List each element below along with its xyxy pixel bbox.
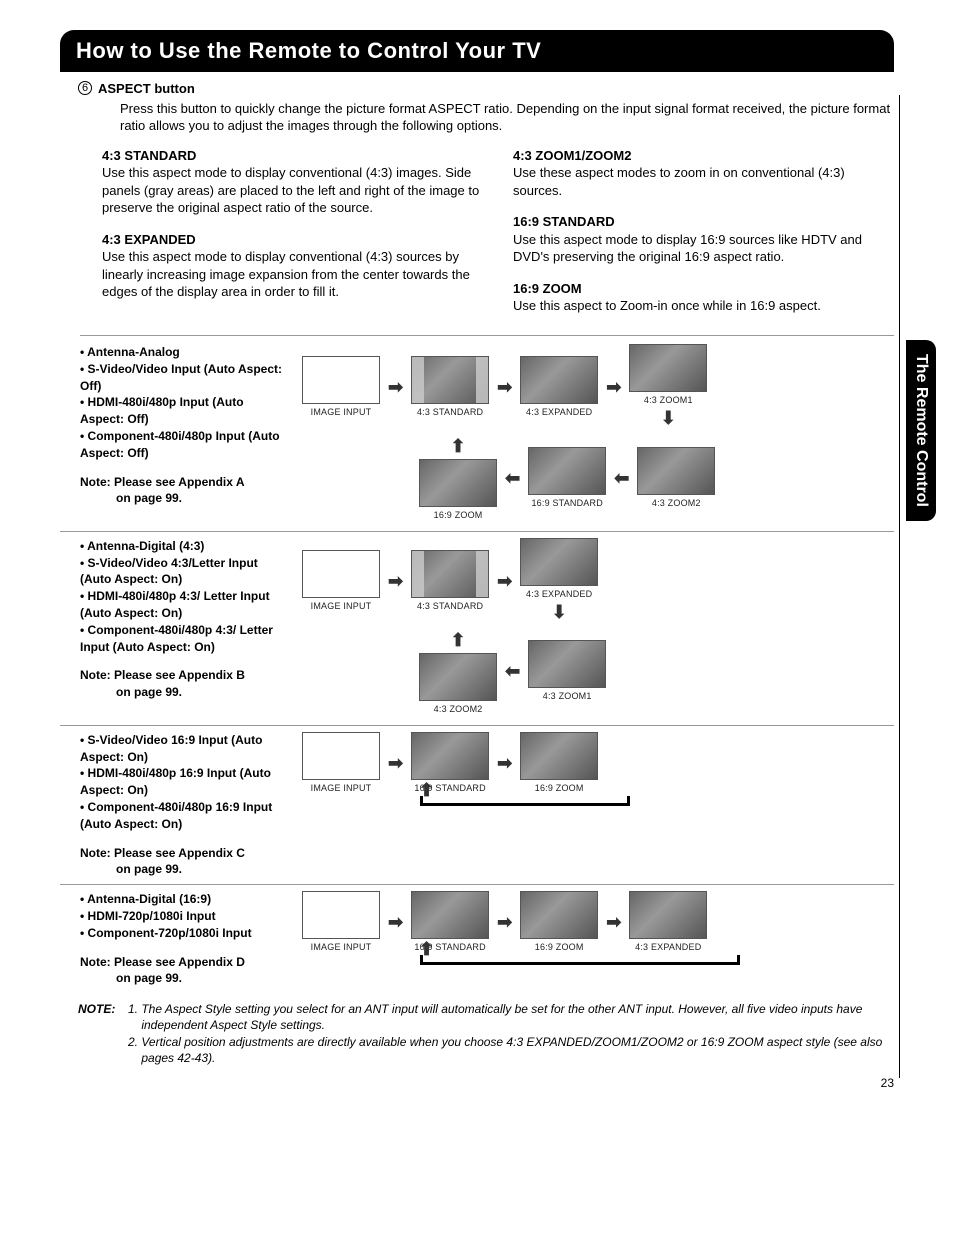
step-number: 6 <box>78 81 92 95</box>
final-note: NOTE: The Aspect Style setting you selec… <box>60 1001 894 1066</box>
section-d: Antenna-Digital (16:9) HDMI-720p/1080i I… <box>60 884 894 987</box>
arrow-down-icon: ⬇ <box>661 406 676 430</box>
diagram-a: IMAGE INPUT ➡ 4:3 STANDARD ➡ 4:3 EXPANDE… <box>302 344 894 525</box>
thumb-43std <box>411 356 489 404</box>
arrow-up-icon: ⬆ <box>451 628 466 652</box>
thumb-169z <box>419 459 497 507</box>
arrow-up-icon: ⬆ <box>419 778 434 802</box>
section-b: Antenna-Digital (4:3) S-Video/Video 4:3/… <box>60 531 894 719</box>
list-item: Antenna-Digital (16:9) <box>80 891 290 908</box>
thumb-input <box>302 550 380 598</box>
appendix-note: Note: Please see Appendix C on page 99. <box>80 845 290 879</box>
input-list: Antenna-Digital (16:9) HDMI-720p/1080i I… <box>80 891 290 941</box>
thumb-43z2 <box>419 653 497 701</box>
input-list: S-Video/Video 16:9 Input (Auto Aspect: O… <box>80 732 290 833</box>
mode-head: 16:9 ZOOM <box>513 280 894 298</box>
thumb-input <box>302 732 380 780</box>
diagram-c: IMAGE INPUT ➡ 16:9 STANDARD ➡ 16:9 ZOOM … <box>302 732 894 878</box>
mode-head: 4:3 STANDARD <box>102 147 483 165</box>
appendix-note: Note: Please see Appendix B on page 99. <box>80 667 290 701</box>
mode-head: 4:3 ZOOM1/ZOOM2 <box>513 147 894 165</box>
thumb-43std <box>411 550 489 598</box>
thumb-169std <box>411 732 489 780</box>
arrow-down-icon: ⬇ <box>552 600 567 624</box>
input-list: Antenna-Digital (4:3) S-Video/Video 4:3/… <box>80 538 290 656</box>
list-item: S-Video/Video Input (Auto Aspect: Off) <box>80 361 290 395</box>
thumb-input <box>302 356 380 404</box>
arrow-right-icon: ➡ <box>388 569 403 593</box>
list-item: Component-480i/480p Input (Auto Aspect: … <box>80 428 290 462</box>
list-item: HDMI-720p/1080i Input <box>80 908 290 925</box>
mode-desc: Use this aspect mode to display conventi… <box>102 248 483 301</box>
diagram-b: IMAGE INPUT ➡ 4:3 STANDARD ➡ 4:3 EXPANDE… <box>302 538 894 719</box>
arrow-right-icon: ➡ <box>606 910 621 934</box>
intro-desc: Press this button to quickly change the … <box>98 100 894 135</box>
arrow-up-icon: ⬆ <box>419 937 434 961</box>
arrow-right-icon: ➡ <box>388 910 403 934</box>
divider <box>80 335 894 336</box>
list-item: S-Video/Video 16:9 Input (Auto Aspect: O… <box>80 732 290 766</box>
thumb-169std <box>411 891 489 939</box>
arrow-left-icon: ⬅ <box>614 466 629 490</box>
arrow-right-icon: ➡ <box>497 751 512 775</box>
appendix-note: Note: Please see Appendix A on page 99. <box>80 474 290 508</box>
note-item: Vertical position adjustments are direct… <box>141 1034 894 1066</box>
list-item: Component-480i/480p 16:9 Input (Auto Asp… <box>80 799 290 833</box>
thumb-169z <box>520 732 598 780</box>
intro-heading: ASPECT button <box>98 80 894 98</box>
note-heading: NOTE: <box>78 1001 115 1066</box>
thumb-43exp <box>629 891 707 939</box>
arrow-up-icon: ⬆ <box>451 434 466 458</box>
right-divider <box>899 95 900 1078</box>
list-item: HDMI-480i/480p 16:9 Input (Auto Aspect: … <box>80 765 290 799</box>
section-a: Antenna-Analog S-Video/Video Input (Auto… <box>60 344 894 525</box>
intro-block: 6 ASPECT button Press this button to qui… <box>78 80 894 135</box>
arrow-left-icon: ⬅ <box>505 466 520 490</box>
mode-head: 16:9 STANDARD <box>513 213 894 231</box>
list-item: Component-480i/480p 4:3/ Letter Input (A… <box>80 622 290 656</box>
arrow-left-icon: ⬅ <box>505 659 520 683</box>
list-item: Antenna-Analog <box>80 344 290 361</box>
thumb-43z1 <box>629 344 707 392</box>
mode-head: 4:3 EXPANDED <box>102 231 483 249</box>
section-c: S-Video/Video 16:9 Input (Auto Aspect: O… <box>60 725 894 878</box>
arrow-right-icon: ➡ <box>497 569 512 593</box>
page-title-bar: How to Use the Remote to Control Your TV <box>60 30 894 72</box>
mode-desc: Use this aspect mode to display 16:9 sou… <box>513 231 894 266</box>
thumb-169std <box>528 447 606 495</box>
arrow-right-icon: ➡ <box>388 375 403 399</box>
aspect-modes: 4:3 STANDARDUse this aspect mode to disp… <box>60 147 894 329</box>
diagram-d: IMAGE INPUT ➡ 16:9 STANDARD ➡ 16:9 ZOOM … <box>302 891 894 987</box>
thumb-43exp <box>520 356 598 404</box>
note-item: The Aspect Style setting you select for … <box>141 1001 894 1033</box>
side-tab: The Remote Control <box>906 340 936 521</box>
arrow-right-icon: ➡ <box>388 751 403 775</box>
list-item: HDMI-480i/480p Input (Auto Aspect: Off) <box>80 394 290 428</box>
arrow-right-icon: ➡ <box>497 910 512 934</box>
thumb-43exp <box>520 538 598 586</box>
mode-desc: Use these aspect modes to zoom in on con… <box>513 164 894 199</box>
list-item: Component-720p/1080i Input <box>80 925 290 942</box>
list-item: Antenna-Digital (4:3) <box>80 538 290 555</box>
mode-desc: Use this aspect to Zoom-in once while in… <box>513 297 894 315</box>
thumb-43z1 <box>528 640 606 688</box>
thumb-169z <box>520 891 598 939</box>
appendix-note: Note: Please see Appendix D on page 99. <box>80 954 290 988</box>
input-list: Antenna-Analog S-Video/Video Input (Auto… <box>80 344 290 462</box>
mode-desc: Use this aspect mode to display conventi… <box>102 164 483 217</box>
arrow-right-icon: ➡ <box>497 375 512 399</box>
list-item: HDMI-480i/480p 4:3/ Letter Input (Auto A… <box>80 588 290 622</box>
thumb-input <box>302 891 380 939</box>
thumb-43z2 <box>637 447 715 495</box>
arrow-right-icon: ➡ <box>606 375 621 399</box>
list-item: S-Video/Video 4:3/Letter Input (Auto Asp… <box>80 555 290 589</box>
page-number: 23 <box>881 1076 894 1090</box>
